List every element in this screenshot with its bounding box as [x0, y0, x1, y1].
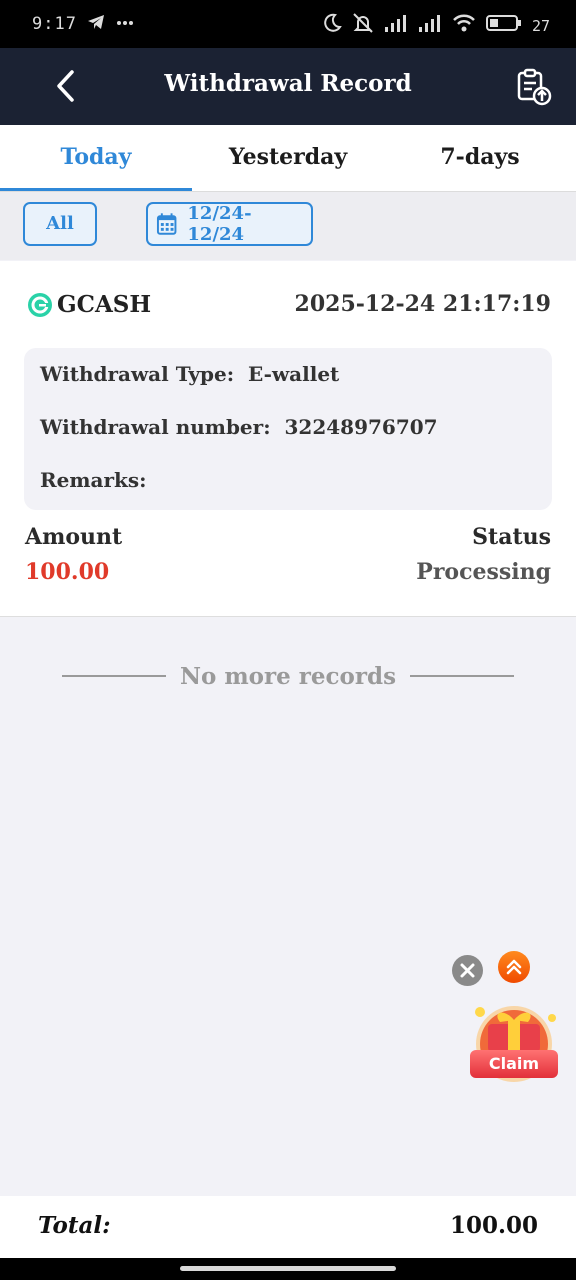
filter-bar: All 12/24- 12/24 [0, 192, 576, 260]
withdrawal-number-row: Withdrawal number: 32248976707 [40, 415, 438, 439]
calendar-icon [156, 213, 177, 235]
date-range-label: 12/24- 12/24 [187, 203, 252, 245]
withdrawal-type-row: Withdrawal Type: E-wallet [40, 362, 339, 386]
battery-icon [485, 13, 522, 38]
withdrawal-record-card[interactable]: GCASH 2025-12-24 21:17:19 Withdrawal Typ… [0, 261, 576, 617]
date-tabs: Today Yesterday 7-days [0, 125, 576, 191]
home-indicator[interactable] [180, 1266, 396, 1271]
close-promo-button[interactable] [452, 955, 483, 986]
telegram-icon [86, 12, 106, 37]
app-header: Withdrawal Record [0, 48, 576, 125]
total-value: 100.00 [449, 1212, 538, 1239]
date-range-button[interactable]: 12/24- 12/24 [146, 202, 313, 246]
tab-7-days[interactable]: 7-days [384, 125, 576, 191]
gcash-logo-icon [28, 292, 52, 317]
tab-today[interactable]: Today [0, 125, 192, 191]
amount-label: Amount [25, 524, 123, 550]
record-details: Withdrawal Type: E-wallet Withdrawal num… [24, 348, 552, 510]
close-icon [460, 963, 475, 978]
double-chevron-up-icon [506, 959, 522, 975]
total-bar: Total: 100.00 [0, 1196, 576, 1258]
withdrawal-number-label: Withdrawal number: [40, 415, 271, 439]
tab-yesterday[interactable]: Yesterday [192, 125, 384, 191]
battery-percent: 27 [531, 16, 550, 35]
scroll-top-button[interactable] [498, 951, 530, 983]
moon-icon [322, 12, 342, 39]
withdrawal-type-label: Withdrawal Type: [40, 362, 235, 386]
more-dots-icon [116, 12, 134, 37]
system-nav-bar [0, 1258, 576, 1280]
divider [410, 675, 514, 677]
status-time: 9:17 [32, 14, 77, 34]
list-end-indicator: No more records [62, 660, 514, 692]
payment-method: GCASH [27, 291, 151, 318]
status-label: Status [472, 524, 551, 550]
amount-value: 100.00 [25, 559, 110, 585]
divider [62, 675, 166, 677]
claim-gift-button[interactable]: Claim [466, 1002, 562, 1090]
withdrawal-number-value: 32248976707 [284, 415, 438, 439]
payment-method-name: GCASH [57, 291, 152, 318]
wifi-icon [452, 13, 476, 38]
withdrawal-type-value: E-wallet [248, 362, 340, 386]
status-bar: 9:17 27 [0, 0, 576, 48]
page-title: Withdrawal Record [164, 70, 412, 97]
signal-icon [384, 13, 408, 38]
list-end-text: No more records [179, 662, 397, 690]
clipboard-upload-icon [517, 68, 552, 106]
total-label: Total: [38, 1212, 111, 1239]
status-value: Processing [416, 559, 551, 585]
remarks-row: Remarks: [40, 468, 160, 492]
mute-icon [352, 12, 374, 39]
remarks-label: Remarks: [40, 468, 147, 492]
type-filter-button[interactable]: All [23, 202, 97, 246]
claim-label: Claim [470, 1050, 558, 1078]
record-datetime: 2025-12-24 21:17:19 [294, 291, 551, 317]
signal-icon [418, 13, 442, 38]
upload-record-button[interactable] [516, 68, 552, 106]
